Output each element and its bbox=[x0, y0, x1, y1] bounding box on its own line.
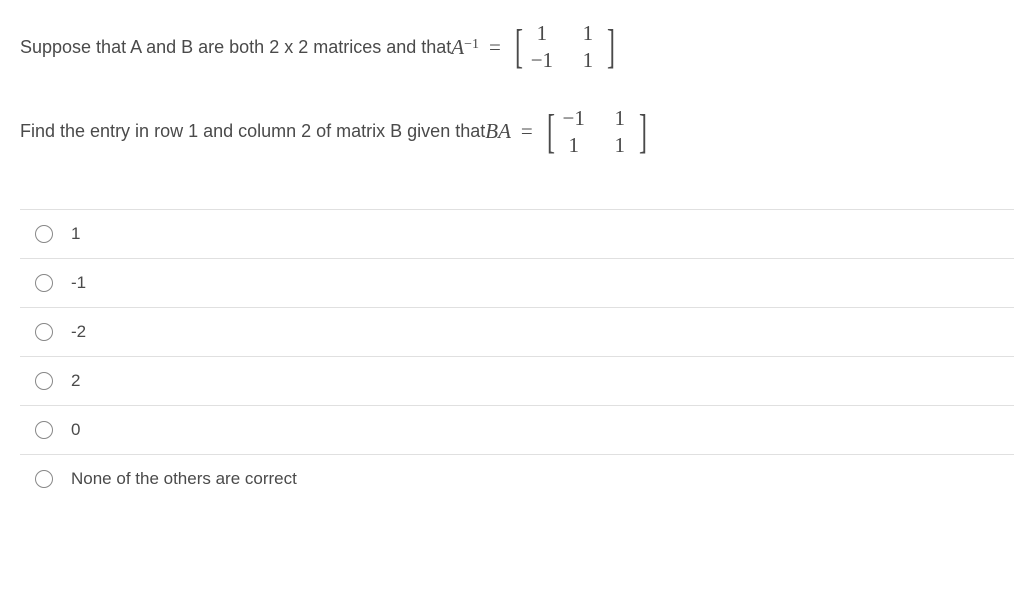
option-label: 2 bbox=[71, 371, 80, 391]
answer-options: 1 -1 -2 2 0 None of the others are corre… bbox=[20, 209, 1014, 503]
radio-button[interactable] bbox=[35, 470, 53, 488]
option-label: 1 bbox=[71, 224, 80, 244]
option-row[interactable]: 1 bbox=[20, 209, 1014, 258]
option-label: -1 bbox=[71, 273, 86, 293]
matrix-cell: 1 bbox=[575, 47, 601, 74]
matrix-a-inverse: [ 1 1 −1 1 ] bbox=[511, 20, 619, 75]
matrix-cell: −1 bbox=[561, 105, 587, 132]
radio-button[interactable] bbox=[35, 274, 53, 292]
option-row[interactable]: -2 bbox=[20, 307, 1014, 356]
option-label: -2 bbox=[71, 322, 86, 342]
matrix-cell: 1 bbox=[575, 20, 601, 47]
matrix-var-a2: A bbox=[498, 119, 511, 144]
exponent: −1 bbox=[464, 37, 479, 53]
option-row[interactable]: 0 bbox=[20, 405, 1014, 454]
matrix-cell: 1 bbox=[607, 132, 633, 159]
question-line-2: Find the entry in row 1 and column 2 of … bbox=[20, 105, 1014, 160]
equals-sign-1: = bbox=[489, 35, 501, 60]
matrix-cell: 1 bbox=[561, 132, 587, 159]
question-line-1: Suppose that A and B are both 2 x 2 matr… bbox=[20, 20, 1014, 75]
right-bracket-icon: ] bbox=[607, 23, 615, 71]
option-label: None of the others are correct bbox=[71, 469, 297, 489]
radio-button[interactable] bbox=[35, 323, 53, 341]
matrix-cell: 1 bbox=[529, 20, 555, 47]
option-row[interactable]: None of the others are correct bbox=[20, 454, 1014, 503]
radio-button[interactable] bbox=[35, 421, 53, 439]
option-label: 0 bbox=[71, 420, 80, 440]
matrix-cell: 1 bbox=[607, 105, 633, 132]
right-bracket-icon: ] bbox=[639, 108, 647, 156]
matrix-cell: −1 bbox=[529, 47, 555, 74]
radio-button[interactable] bbox=[35, 372, 53, 390]
option-row[interactable]: -1 bbox=[20, 258, 1014, 307]
question-text-2: Find the entry in row 1 and column 2 of … bbox=[20, 121, 485, 142]
matrix-var-a: A bbox=[451, 35, 464, 60]
left-bracket-icon: [ bbox=[547, 108, 555, 156]
equals-sign-2: = bbox=[521, 119, 533, 144]
radio-button[interactable] bbox=[35, 225, 53, 243]
left-bracket-icon: [ bbox=[515, 23, 523, 71]
question-body: Suppose that A and B are both 2 x 2 matr… bbox=[20, 20, 1014, 159]
matrix-ba: [ −1 1 1 1 ] bbox=[543, 105, 651, 160]
matrix-var-b: B bbox=[485, 119, 498, 144]
question-text-1: Suppose that A and B are both 2 x 2 matr… bbox=[20, 37, 451, 58]
option-row[interactable]: 2 bbox=[20, 356, 1014, 405]
